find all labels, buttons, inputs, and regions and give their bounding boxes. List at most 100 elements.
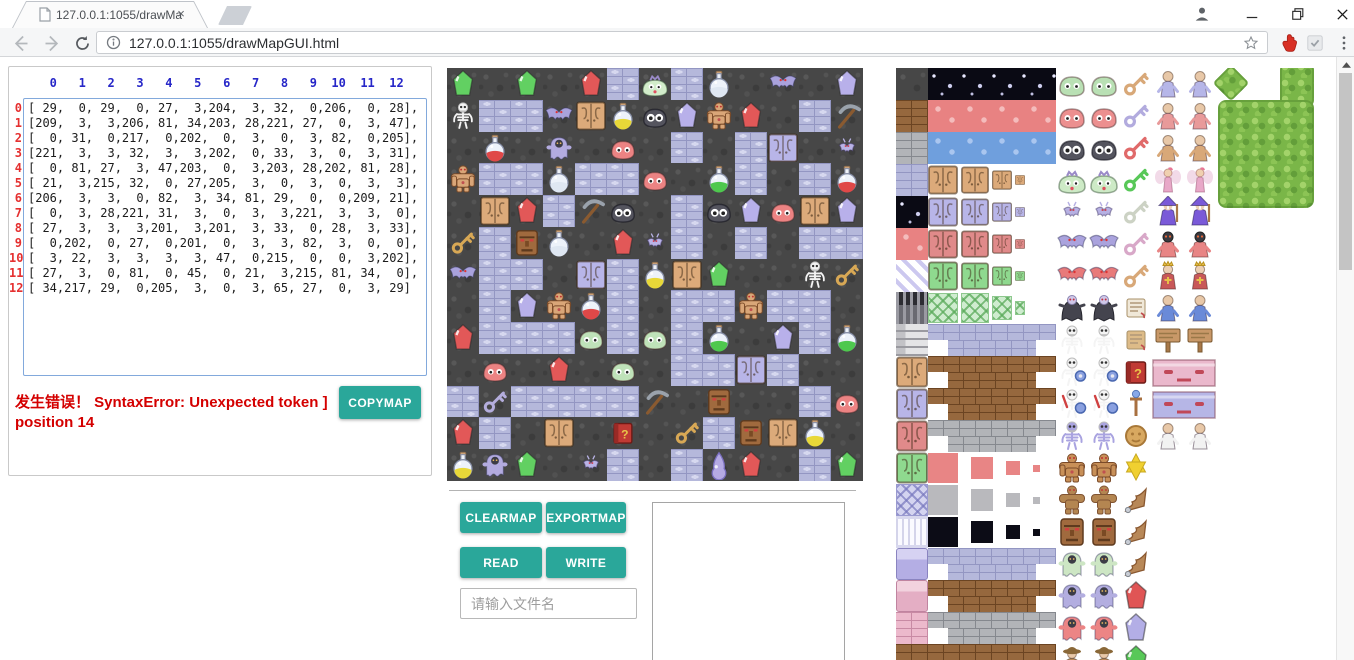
map-tile-potion-yellow[interactable]	[607, 100, 639, 132]
tileset-character-king[interactable]	[1152, 260, 1216, 292]
restore-window-icon[interactable]	[1284, 0, 1312, 28]
map-tile-floor[interactable]	[575, 417, 607, 449]
tileset-strip-doors[interactable]	[928, 164, 1056, 196]
tileset-item-wing[interactable]	[1120, 548, 1152, 580]
map-tile-golem[interactable]	[543, 290, 575, 322]
map-tile-floor[interactable]	[799, 132, 831, 164]
tileset-character-demon[interactable]	[1152, 228, 1216, 260]
tileset-terrain-stars[interactable]	[896, 196, 928, 228]
map-tile-key-gold[interactable]	[447, 227, 479, 259]
tileset-monster-bigslime[interactable]	[1056, 164, 1120, 196]
tileset-strip-steps[interactable]	[928, 580, 1056, 612]
map-tile-bat[interactable]	[767, 68, 799, 100]
copymap-button[interactable]: COPYMAP	[339, 386, 421, 419]
map-tile-gem-purple[interactable]	[735, 195, 767, 227]
map-tile-wall[interactable]	[735, 132, 767, 164]
tileset-item-gem[interactable]	[1120, 612, 1152, 644]
map-tile-door-purple[interactable]	[735, 354, 767, 386]
tileset-strip-steps[interactable]	[928, 356, 1056, 388]
map-tile-floor[interactable]	[831, 290, 863, 322]
tileset-wallface[interactable]	[1152, 388, 1216, 420]
tree-diamond-icon[interactable]	[1213, 68, 1250, 101]
minimize-icon[interactable]	[1238, 0, 1266, 28]
map-tile-floor[interactable]	[767, 100, 799, 132]
map-tile-potion-white[interactable]	[543, 163, 575, 195]
map-tile-wall[interactable]	[799, 386, 831, 418]
map-tile-door-wood[interactable]	[671, 259, 703, 291]
map-tile-floor[interactable]	[447, 132, 479, 164]
map-tile-wall[interactable]	[607, 386, 639, 418]
map-tile-ghost[interactable]	[543, 132, 575, 164]
tileset-strip-fade[interactable]	[928, 484, 1056, 516]
map-tile-floor[interactable]	[639, 290, 671, 322]
map-tile-wall[interactable]	[607, 259, 639, 291]
tileset-strip-doors[interactable]	[928, 260, 1056, 292]
map-tile-wall[interactable]	[671, 195, 703, 227]
map-tile-potion-red[interactable]	[575, 290, 607, 322]
map-tile-wall[interactable]	[511, 100, 543, 132]
map-tile-wall[interactable]	[799, 100, 831, 132]
map-tile-floor[interactable]	[447, 290, 479, 322]
map-tile-floor[interactable]	[511, 417, 543, 449]
map-tile-wall[interactable]	[735, 163, 767, 195]
map-tile-key-silver[interactable]	[479, 386, 511, 418]
map-tile-wall[interactable]	[447, 386, 479, 418]
matrix-textarea[interactable]	[23, 98, 427, 376]
tileset-terrain-door[interactable]	[896, 420, 928, 452]
map-tile-gem-purple[interactable]	[831, 68, 863, 100]
map-tile-floor[interactable]	[735, 386, 767, 418]
map-tile-stone-face[interactable]	[703, 386, 735, 418]
back-arrow-icon[interactable]	[8, 31, 32, 55]
clearmap-button[interactable]: CLEARMAP	[460, 502, 542, 533]
tileset-terrain-stonegray[interactable]	[896, 132, 928, 164]
map-tile-wall[interactable]	[607, 290, 639, 322]
map-tile-potion-red[interactable]	[479, 132, 511, 164]
map-tile-gem-red[interactable]	[511, 195, 543, 227]
map-tile-floor[interactable]	[447, 354, 479, 386]
map-tile-slime-black[interactable]	[703, 195, 735, 227]
map-tile-wall[interactable]	[543, 195, 575, 227]
map-tile-slime-red[interactable]	[767, 195, 799, 227]
tileset-strip-wide[interactable]	[928, 132, 1056, 164]
tileset-item-gem[interactable]	[1120, 644, 1152, 660]
tileset-monster-ghost[interactable]	[1056, 548, 1120, 580]
tree-bush-icon[interactable]	[1218, 100, 1314, 208]
map-tile-potion-white[interactable]	[703, 68, 735, 100]
tileset-monster-bat[interactable]	[1056, 228, 1120, 260]
map-canvas[interactable]: ?	[447, 68, 863, 481]
tileset-item-key[interactable]	[1120, 196, 1152, 228]
map-tile-wall[interactable]	[479, 163, 511, 195]
map-tile-wall[interactable]	[671, 322, 703, 354]
tileset-item-key[interactable]	[1120, 164, 1152, 196]
map-tile-potion-green[interactable]	[703, 163, 735, 195]
tileset-terrain-bars[interactable]	[896, 292, 928, 324]
tileset-monster-skelsword[interactable]	[1056, 388, 1120, 420]
map-tile-floor[interactable]	[767, 259, 799, 291]
map-tile-wall[interactable]	[799, 227, 831, 259]
tileset-strip-wide[interactable]	[928, 68, 1056, 100]
filename-input[interactable]	[460, 588, 637, 619]
tileset-monster-slimedark[interactable]	[1056, 132, 1120, 164]
map-tile-book[interactable]: ?	[607, 417, 639, 449]
map-tile-wall[interactable]	[607, 449, 639, 481]
three-dots-menu-icon[interactable]	[1332, 31, 1354, 55]
map-tile-gem-green[interactable]	[703, 259, 735, 291]
map-tile-floor[interactable]	[639, 195, 671, 227]
map-tile-slime-pale[interactable]	[639, 322, 671, 354]
map-tile-pickaxe[interactable]	[575, 195, 607, 227]
map-tile-pickaxe[interactable]	[831, 100, 863, 132]
map-tile-wall[interactable]	[479, 100, 511, 132]
map-tile-wall[interactable]	[703, 417, 735, 449]
tileset-monster-moth[interactable]	[1056, 196, 1120, 228]
scrollbar-thumb[interactable]	[1339, 73, 1352, 270]
read-button[interactable]: READ	[460, 547, 542, 578]
tileset-character-man[interactable]	[1152, 292, 1216, 324]
tileset-strip-steps[interactable]	[928, 324, 1056, 356]
profile-person-icon[interactable]	[1190, 0, 1214, 28]
tileset-monster-golemsp[interactable]	[1056, 484, 1120, 516]
tileset-character-man[interactable]	[1152, 68, 1216, 100]
map-tile-floor[interactable]	[799, 68, 831, 100]
map-tile-floor[interactable]	[575, 227, 607, 259]
map-tile-floor[interactable]	[703, 227, 735, 259]
map-tile-door-purple[interactable]	[575, 259, 607, 291]
